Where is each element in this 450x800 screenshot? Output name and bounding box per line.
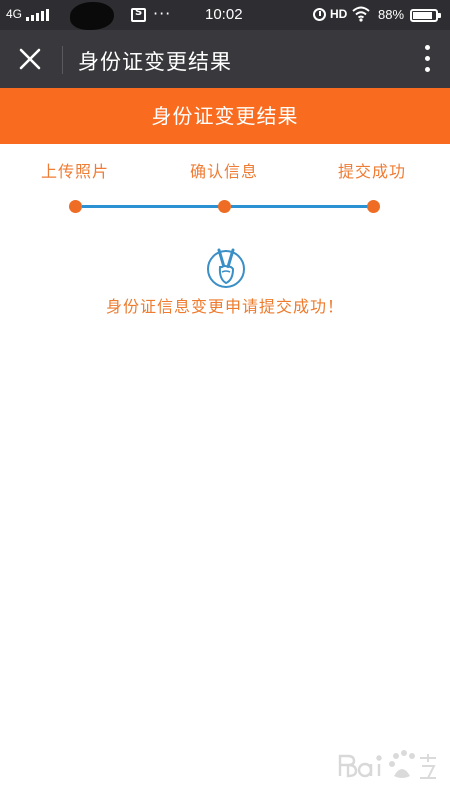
step-submit-success: 提交成功: [338, 162, 407, 181]
title-divider: [62, 46, 63, 74]
screenshot-icon: [131, 7, 146, 22]
step-upload-photo: 上传照片: [41, 162, 110, 181]
success-message: 身份证信息变更申请提交成功！: [105, 297, 344, 316]
signal-icon: [26, 9, 52, 21]
clock: 10:02: [205, 6, 243, 23]
wifi-icon: [352, 6, 370, 22]
close-button[interactable]: [10, 39, 50, 79]
status-bar: 4G ··· 10:02 HD 88%: [0, 0, 450, 30]
battery-icon: [410, 9, 441, 22]
step-confirm-info: 确认信息: [190, 162, 259, 181]
more-vertical-icon[interactable]: [420, 42, 436, 76]
battery-level: 88%: [378, 7, 405, 22]
network-type: 4G: [6, 7, 23, 21]
baidu-watermark-logo: [338, 750, 436, 779]
redaction-blob: [70, 2, 114, 30]
step-connector-1: [82, 205, 219, 208]
step-connector-2: [231, 205, 368, 208]
result-banner: 身份证变更结果: [0, 88, 450, 144]
step-dot-1: [69, 200, 82, 213]
close-icon: [19, 48, 41, 70]
more-icon: ···: [153, 4, 172, 23]
victory-hand-icon: [207, 248, 245, 288]
alarm-icon: [313, 8, 326, 21]
title-bar: 身份证变更结果: [0, 30, 450, 88]
page-title: 身份证变更结果: [78, 50, 232, 74]
step-dot-3: [367, 200, 380, 213]
hd-badge: HD: [330, 7, 348, 21]
step-dot-2: [218, 200, 231, 213]
